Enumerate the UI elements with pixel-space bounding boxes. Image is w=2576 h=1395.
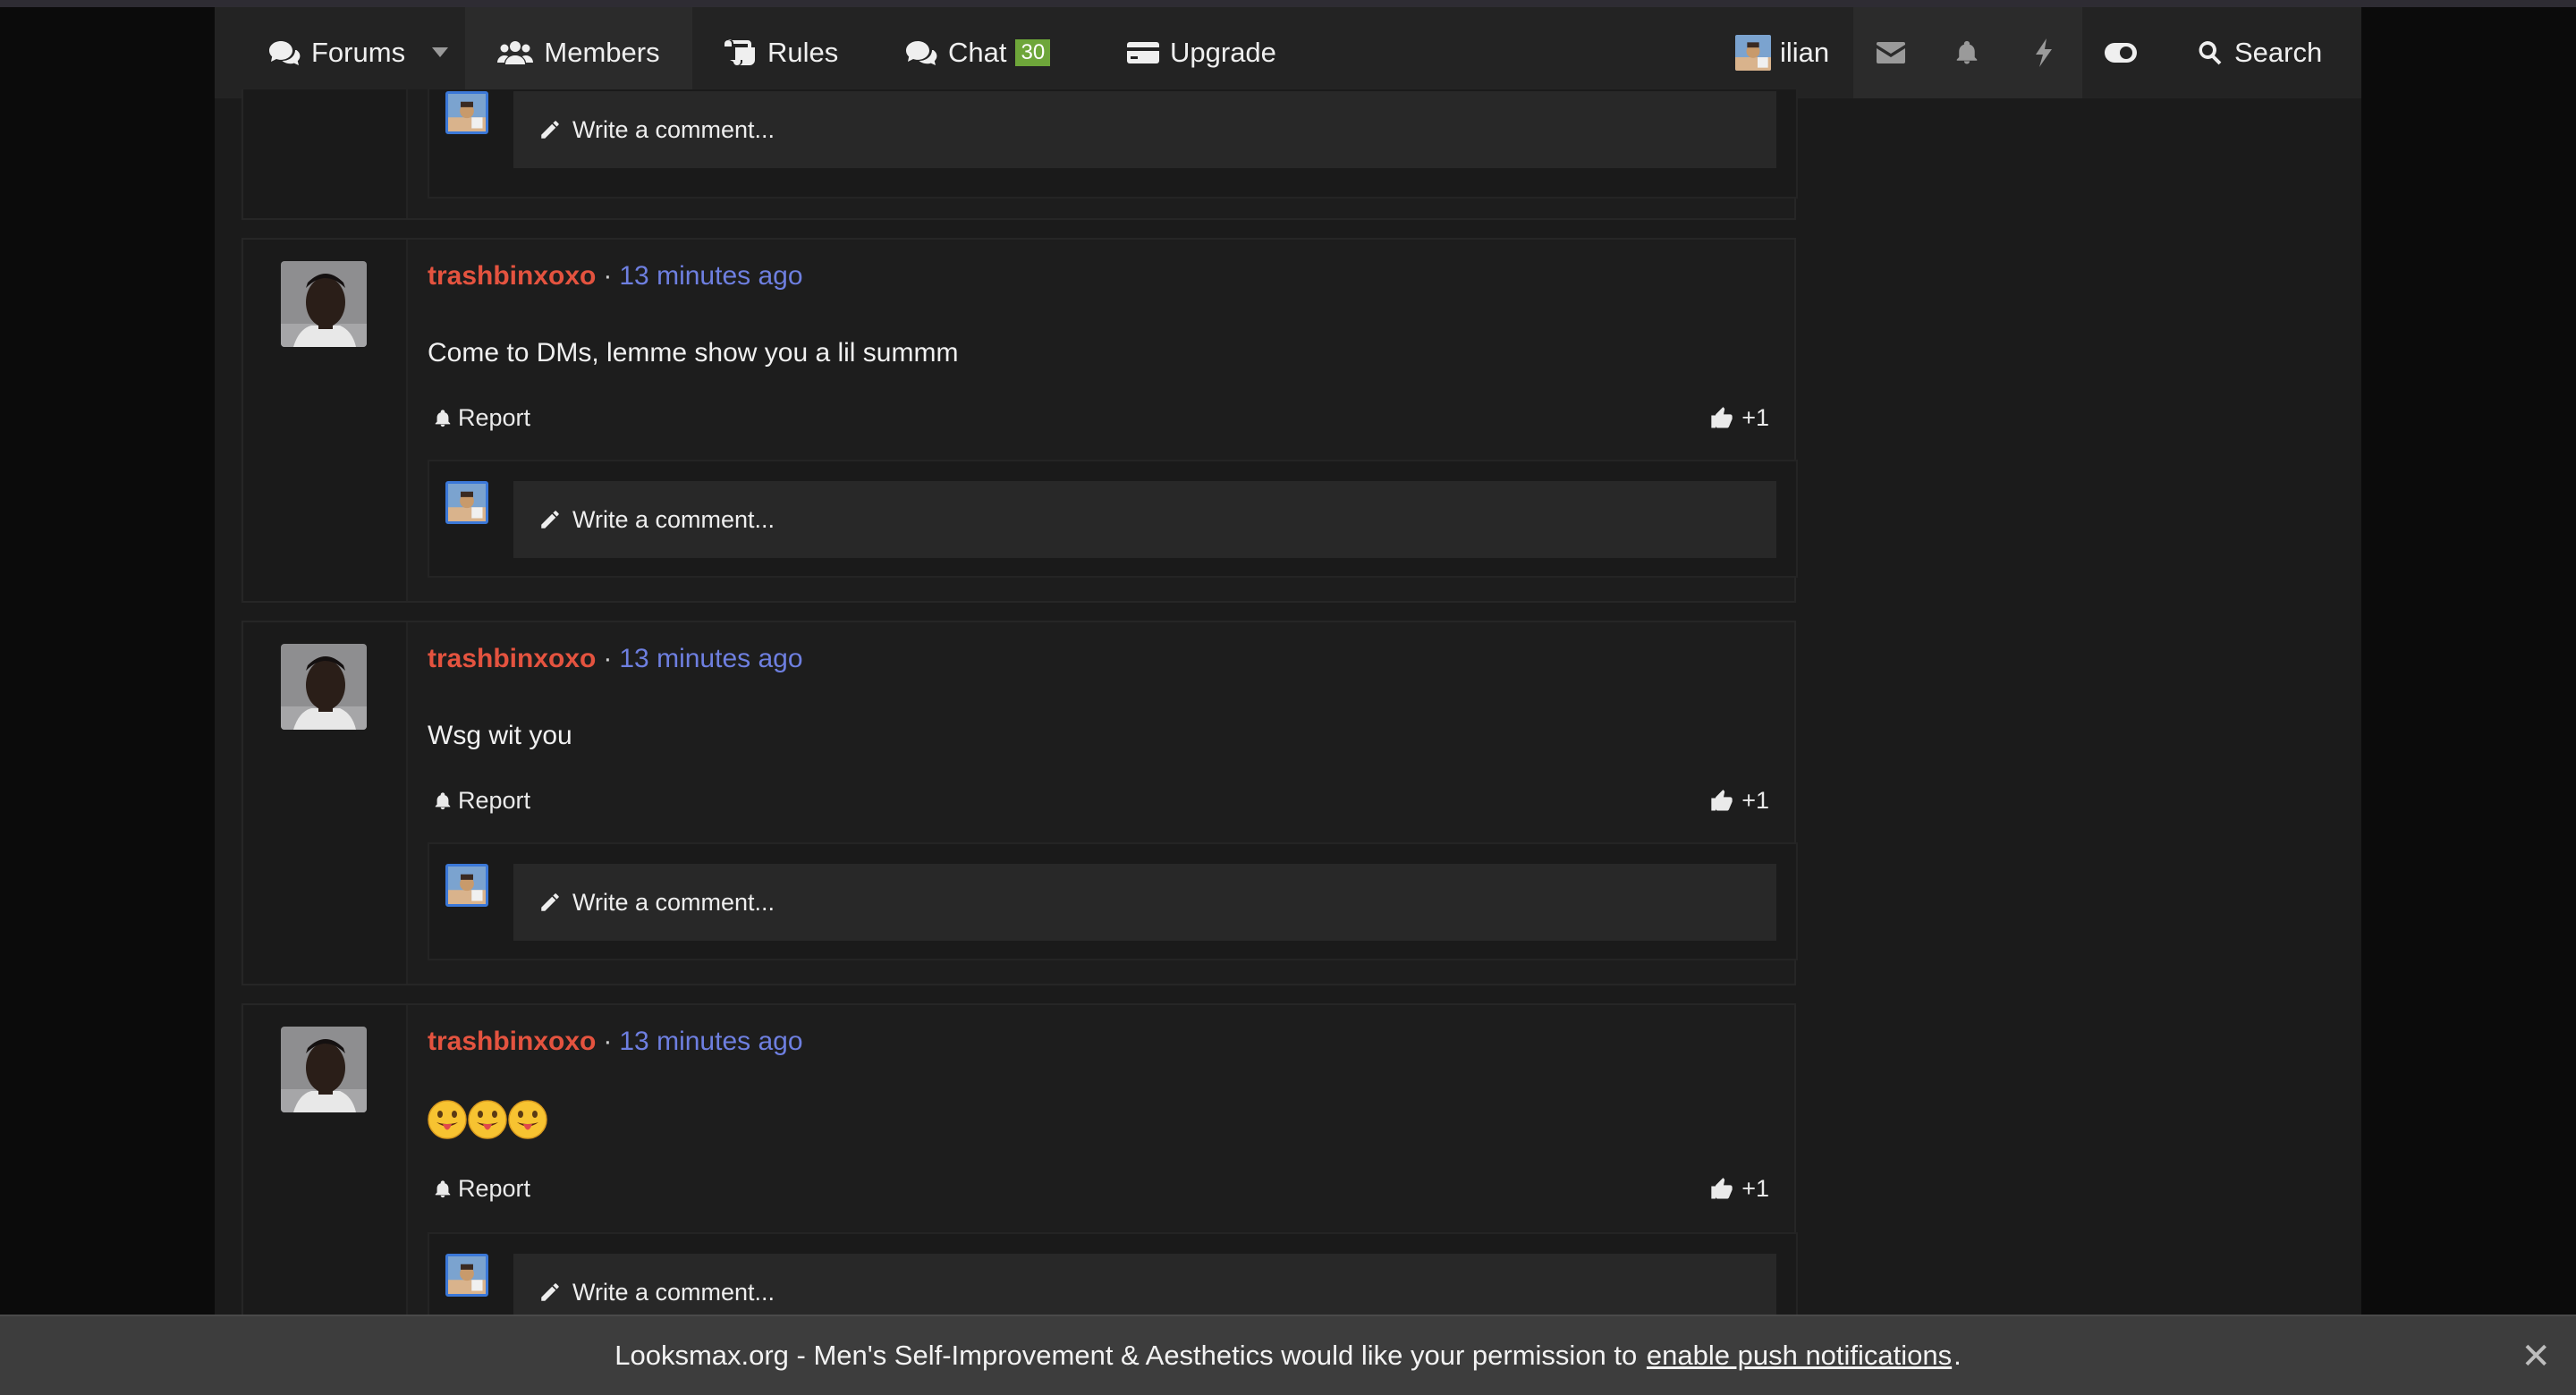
- search-icon: [2199, 41, 2222, 65]
- comment-meta: trashbinxoxo · 13 minutes ago: [428, 644, 803, 674]
- write-comment-input[interactable]: Write a comment...: [513, 91, 1776, 168]
- commenter-avatar[interactable]: [281, 1027, 367, 1112]
- like-button[interactable]: +1: [1709, 404, 1769, 432]
- reply-user-avatar: [445, 1254, 488, 1297]
- nav-upgrade[interactable]: Upgrade: [1127, 7, 1306, 98]
- bell-icon: [1953, 38, 1980, 67]
- like-count: +1: [1741, 404, 1769, 431]
- commenter-username[interactable]: trashbinxoxo: [428, 261, 596, 291]
- comment-message-emojis: [428, 1100, 548, 1146]
- nav-whats-new[interactable]: [2005, 7, 2082, 98]
- pencil-icon: [538, 1281, 562, 1304]
- scroll-icon: [724, 39, 755, 65]
- write-comment-placeholder: Write a comment...: [572, 1278, 775, 1306]
- credit-card-icon: [1127, 42, 1159, 63]
- nav-search[interactable]: Search: [2197, 7, 2349, 98]
- commenter-avatar[interactable]: [281, 644, 367, 730]
- like-count: +1: [1741, 787, 1769, 814]
- nav-chat[interactable]: Chat 30: [905, 7, 1084, 98]
- users-icon: [497, 41, 534, 64]
- comments-icon: [269, 41, 301, 65]
- chat-icon: [906, 41, 937, 65]
- thumbs-up-icon: [1709, 1177, 1734, 1202]
- comment-reply-box: Write a comment...: [428, 842, 1798, 960]
- like-count: +1: [1741, 1175, 1769, 1202]
- tongue-out-emoji-icon: [468, 1100, 507, 1139]
- thumbs-up-icon: [1709, 406, 1734, 431]
- report-label: Report: [458, 787, 531, 814]
- report-label: Report: [458, 404, 531, 431]
- partial-comment-block: Write a comment...: [242, 89, 1798, 220]
- comment-block: trashbinxoxo · 13 minutes ago Come to DMs,…: [242, 238, 1798, 603]
- forums-dropdown-toggle[interactable]: [420, 7, 460, 98]
- bell-icon: [433, 791, 453, 811]
- comment-timestamp[interactable]: 13 minutes ago: [619, 261, 802, 291]
- reply-user-avatar: [445, 91, 488, 134]
- user-avatar-small: [1735, 35, 1771, 71]
- toggle-icon: [2105, 43, 2137, 63]
- caret-down-icon: [432, 47, 448, 57]
- like-button[interactable]: +1: [1709, 1175, 1769, 1203]
- nav-upgrade-label: Upgrade: [1170, 37, 1276, 68]
- report-label: Report: [458, 1175, 531, 1202]
- nav-forums-label: Forums: [311, 37, 406, 68]
- envelope-icon: [1877, 42, 1905, 63]
- meta-separator: ·: [603, 261, 613, 291]
- write-comment-input[interactable]: Write a comment...: [513, 481, 1776, 558]
- enable-push-link[interactable]: enable push notifications: [1647, 1340, 1952, 1372]
- nav-account[interactable]: ilian: [1735, 7, 1853, 98]
- tongue-out-emoji-icon: [428, 1100, 467, 1139]
- report-button[interactable]: Report: [433, 404, 530, 432]
- nav-rules-label: Rules: [767, 37, 839, 68]
- bolt-icon: [2036, 38, 2052, 67]
- chat-count-badge: 30: [1015, 39, 1051, 66]
- nav-alerts[interactable]: [1928, 7, 2005, 98]
- nav-search-label: Search: [2234, 37, 2323, 68]
- nav-members[interactable]: Members: [465, 7, 692, 98]
- banner-close-button[interactable]: ✕: [2521, 1336, 2551, 1377]
- banner-text-end: .: [1953, 1340, 1962, 1371]
- reply-user-avatar: [445, 481, 488, 524]
- reply-user-avatar: [445, 864, 488, 907]
- top-navigation: Forums Members Rules Chat 30 Upgrade ili…: [215, 7, 2361, 98]
- bell-icon: [433, 409, 453, 428]
- comment-reply-box: Write a comment...: [428, 460, 1798, 578]
- comment-timestamp[interactable]: 13 minutes ago: [619, 1027, 802, 1056]
- nav-chat-label: Chat: [948, 37, 1007, 68]
- bell-icon: [433, 1179, 453, 1199]
- write-comment-placeholder: Write a comment...: [572, 115, 775, 143]
- nav-username: ilian: [1780, 37, 1830, 68]
- comment-block: trashbinxoxo · 13 minutes ago Wsg wit you …: [242, 621, 1798, 985]
- theme-toggle[interactable]: [2082, 7, 2159, 98]
- like-button[interactable]: +1: [1709, 787, 1769, 815]
- pencil-icon: [538, 118, 562, 141]
- report-button[interactable]: Report: [433, 1175, 530, 1203]
- comment-message: Wsg wit you: [428, 721, 572, 750]
- meta-separator: ·: [603, 644, 613, 673]
- nav-members-label: Members: [544, 37, 660, 68]
- commenter-avatar[interactable]: [281, 261, 367, 347]
- window-top-border: [0, 0, 2576, 7]
- comment-meta: trashbinxoxo · 13 minutes ago: [428, 1027, 803, 1057]
- report-button[interactable]: Report: [433, 787, 530, 815]
- pencil-icon: [538, 891, 562, 914]
- write-comment-input[interactable]: Write a comment...: [513, 864, 1776, 941]
- comment-left-column: [243, 89, 408, 218]
- comment-meta: trashbinxoxo · 13 minutes ago: [428, 261, 803, 292]
- meta-separator: ·: [603, 1027, 613, 1056]
- push-notification-banner: Looksmax.org - Men's Self-Improvement & …: [0, 1315, 2576, 1395]
- thumbs-up-icon: [1709, 789, 1734, 814]
- nav-rules[interactable]: Rules: [724, 7, 859, 98]
- write-comment-placeholder: Write a comment...: [572, 888, 775, 916]
- pencil-icon: [538, 508, 562, 531]
- banner-text: Looksmax.org - Men's Self-Improvement & …: [614, 1340, 1638, 1371]
- commenter-username[interactable]: trashbinxoxo: [428, 1027, 596, 1056]
- comment-reply-box: Write a comment...: [428, 89, 1798, 199]
- write-comment-placeholder: Write a comment...: [572, 505, 775, 533]
- comment-message: Come to DMs, lemme show you a lil summm: [428, 338, 959, 368]
- nav-inbox[interactable]: [1853, 7, 1928, 98]
- comment-timestamp[interactable]: 13 minutes ago: [619, 644, 802, 673]
- commenter-username[interactable]: trashbinxoxo: [428, 644, 596, 673]
- tongue-out-emoji-icon: [508, 1100, 547, 1139]
